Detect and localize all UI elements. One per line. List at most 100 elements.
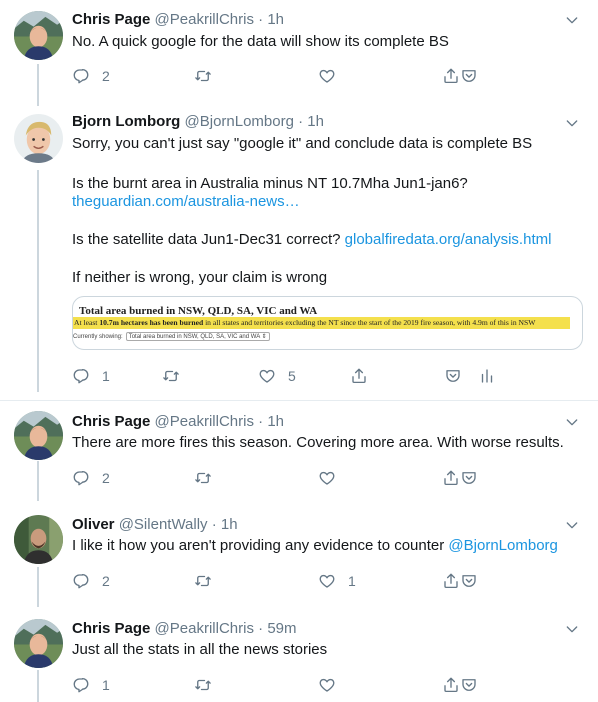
author-handle[interactable]: @PeakrillChris <box>155 620 254 637</box>
save-button[interactable] <box>460 572 478 590</box>
like-icon <box>258 367 276 385</box>
tweet-text: Just all the stats in all the news stori… <box>72 641 328 658</box>
author-name[interactable]: Oliver <box>72 516 115 533</box>
reply-icon <box>72 676 90 694</box>
author-handle[interactable]: @PeakrillChris <box>155 11 254 28</box>
author-handle[interactable]: @SilentWally <box>119 516 208 533</box>
like-icon <box>318 676 336 694</box>
reply-button[interactable]: 1 <box>72 367 110 385</box>
tweet-actions: 2 <box>72 469 472 489</box>
save-button[interactable] <box>460 469 478 487</box>
card-highlight-bold: 10.7m hectares has been burned <box>99 318 204 327</box>
tweet-text: Is the burnt area in Australia minus NT … <box>72 175 468 192</box>
like-button[interactable] <box>318 67 336 85</box>
author-name[interactable]: Bjorn Lomborg <box>72 113 180 130</box>
like-button[interactable] <box>318 676 336 694</box>
thread-line <box>37 170 39 392</box>
chevron-down-icon[interactable] <box>564 517 580 533</box>
save-button[interactable] <box>460 676 478 694</box>
save-icon <box>460 67 478 85</box>
thread-line <box>37 567 39 607</box>
tweet-text: If neither is wrong, your claim is wrong <box>72 269 328 286</box>
avatar[interactable] <box>14 515 63 564</box>
tweet-header: Bjorn Lomborg @BjornLomborg · 1h <box>72 112 324 132</box>
tweet-text-line: Is the satellite data Jun1-Dec31 correct… <box>72 230 551 250</box>
reply-icon <box>72 367 90 385</box>
timestamp[interactable]: 1h <box>267 11 284 28</box>
like-icon <box>318 469 336 487</box>
timestamp[interactable]: 1h <box>221 516 238 533</box>
reply-count: 1 <box>102 368 110 384</box>
author-handle[interactable]: @PeakrillChris <box>155 413 254 430</box>
tweet-text: No. A quick google for the data will sho… <box>72 33 449 50</box>
save-icon <box>444 367 462 385</box>
share-button[interactable] <box>350 367 368 385</box>
save-button[interactable] <box>460 67 478 85</box>
card-title: Total area burned in NSW, QLD, SA, VIC a… <box>79 305 318 317</box>
share-button[interactable] <box>442 572 460 590</box>
reply-button[interactable]: 2 <box>72 572 110 590</box>
retweet-button[interactable] <box>194 469 212 487</box>
chevron-down-icon[interactable] <box>564 414 580 430</box>
chevron-down-icon[interactable] <box>564 621 580 637</box>
save-icon <box>460 572 478 590</box>
separator: · <box>258 620 264 637</box>
reply-icon <box>72 67 90 85</box>
retweet-icon <box>194 676 212 694</box>
card-showing: Currently showing: Total area burned in … <box>73 332 270 341</box>
like-button[interactable]: 5 <box>258 367 296 385</box>
timestamp[interactable]: 1h <box>267 413 284 430</box>
tweet-header: Oliver @SilentWally · 1h <box>72 515 238 535</box>
retweet-button[interactable] <box>194 676 212 694</box>
tweet-link[interactable]: theguardian.com/australia-news… <box>72 192 300 212</box>
avatar[interactable] <box>14 411 63 460</box>
avatar[interactable] <box>14 11 63 60</box>
card-highlight-rest: in all states and territories excluding … <box>203 318 536 327</box>
retweet-button[interactable] <box>162 367 180 385</box>
analytics-icon <box>478 367 496 385</box>
share-icon <box>350 367 368 385</box>
separator: · <box>258 11 264 28</box>
share-button[interactable] <box>442 676 460 694</box>
thread-line <box>37 461 39 501</box>
share-button[interactable] <box>442 469 460 487</box>
chevron-down-icon[interactable] <box>564 12 580 28</box>
author-name[interactable]: Chris Page <box>72 413 150 430</box>
author-handle[interactable]: @BjornLomborg <box>185 113 294 130</box>
chevron-down-icon[interactable] <box>564 115 580 131</box>
like-button[interactable]: 1 <box>318 572 356 590</box>
share-icon <box>442 67 460 85</box>
tweet-header: Chris Page @PeakrillChris · 1h <box>72 412 284 432</box>
thread-line <box>37 64 39 106</box>
reply-count: 2 <box>102 573 110 589</box>
thread-line <box>37 670 39 702</box>
analytics-button[interactable] <box>478 367 496 385</box>
save-icon <box>460 676 478 694</box>
author-name[interactable]: Chris Page <box>72 620 150 637</box>
tweet-text: There are more fires this season. Coveri… <box>72 434 564 451</box>
timestamp[interactable]: 1h <box>307 113 324 130</box>
avatar[interactable] <box>14 619 63 668</box>
reply-button[interactable]: 2 <box>72 67 110 85</box>
reply-button[interactable]: 2 <box>72 469 110 487</box>
retweet-button[interactable] <box>194 67 212 85</box>
mention-link[interactable]: @BjornLomborg <box>448 537 557 554</box>
reply-button[interactable]: 1 <box>72 676 110 694</box>
separator: · <box>211 516 217 533</box>
tweet-text-line: I like it how you aren't providing any e… <box>72 536 558 556</box>
tweet-actions: 2 1 <box>72 572 472 592</box>
like-icon <box>318 572 336 590</box>
tweet-actions: 1 <box>72 676 472 696</box>
timestamp[interactable]: 59m <box>267 620 296 637</box>
author-name[interactable]: Chris Page <box>72 11 150 28</box>
image-card[interactable]: Total area burned in NSW, QLD, SA, VIC a… <box>72 296 583 350</box>
avatar[interactable] <box>14 114 63 163</box>
retweet-button[interactable] <box>194 572 212 590</box>
share-icon <box>442 469 460 487</box>
retweet-icon <box>162 367 180 385</box>
card-highlight-prefix: At least <box>74 318 100 327</box>
tweet-link[interactable]: globalfiredata.org/analysis.html <box>345 231 552 248</box>
save-button[interactable] <box>444 367 462 385</box>
share-button[interactable] <box>442 67 460 85</box>
like-button[interactable] <box>318 469 336 487</box>
